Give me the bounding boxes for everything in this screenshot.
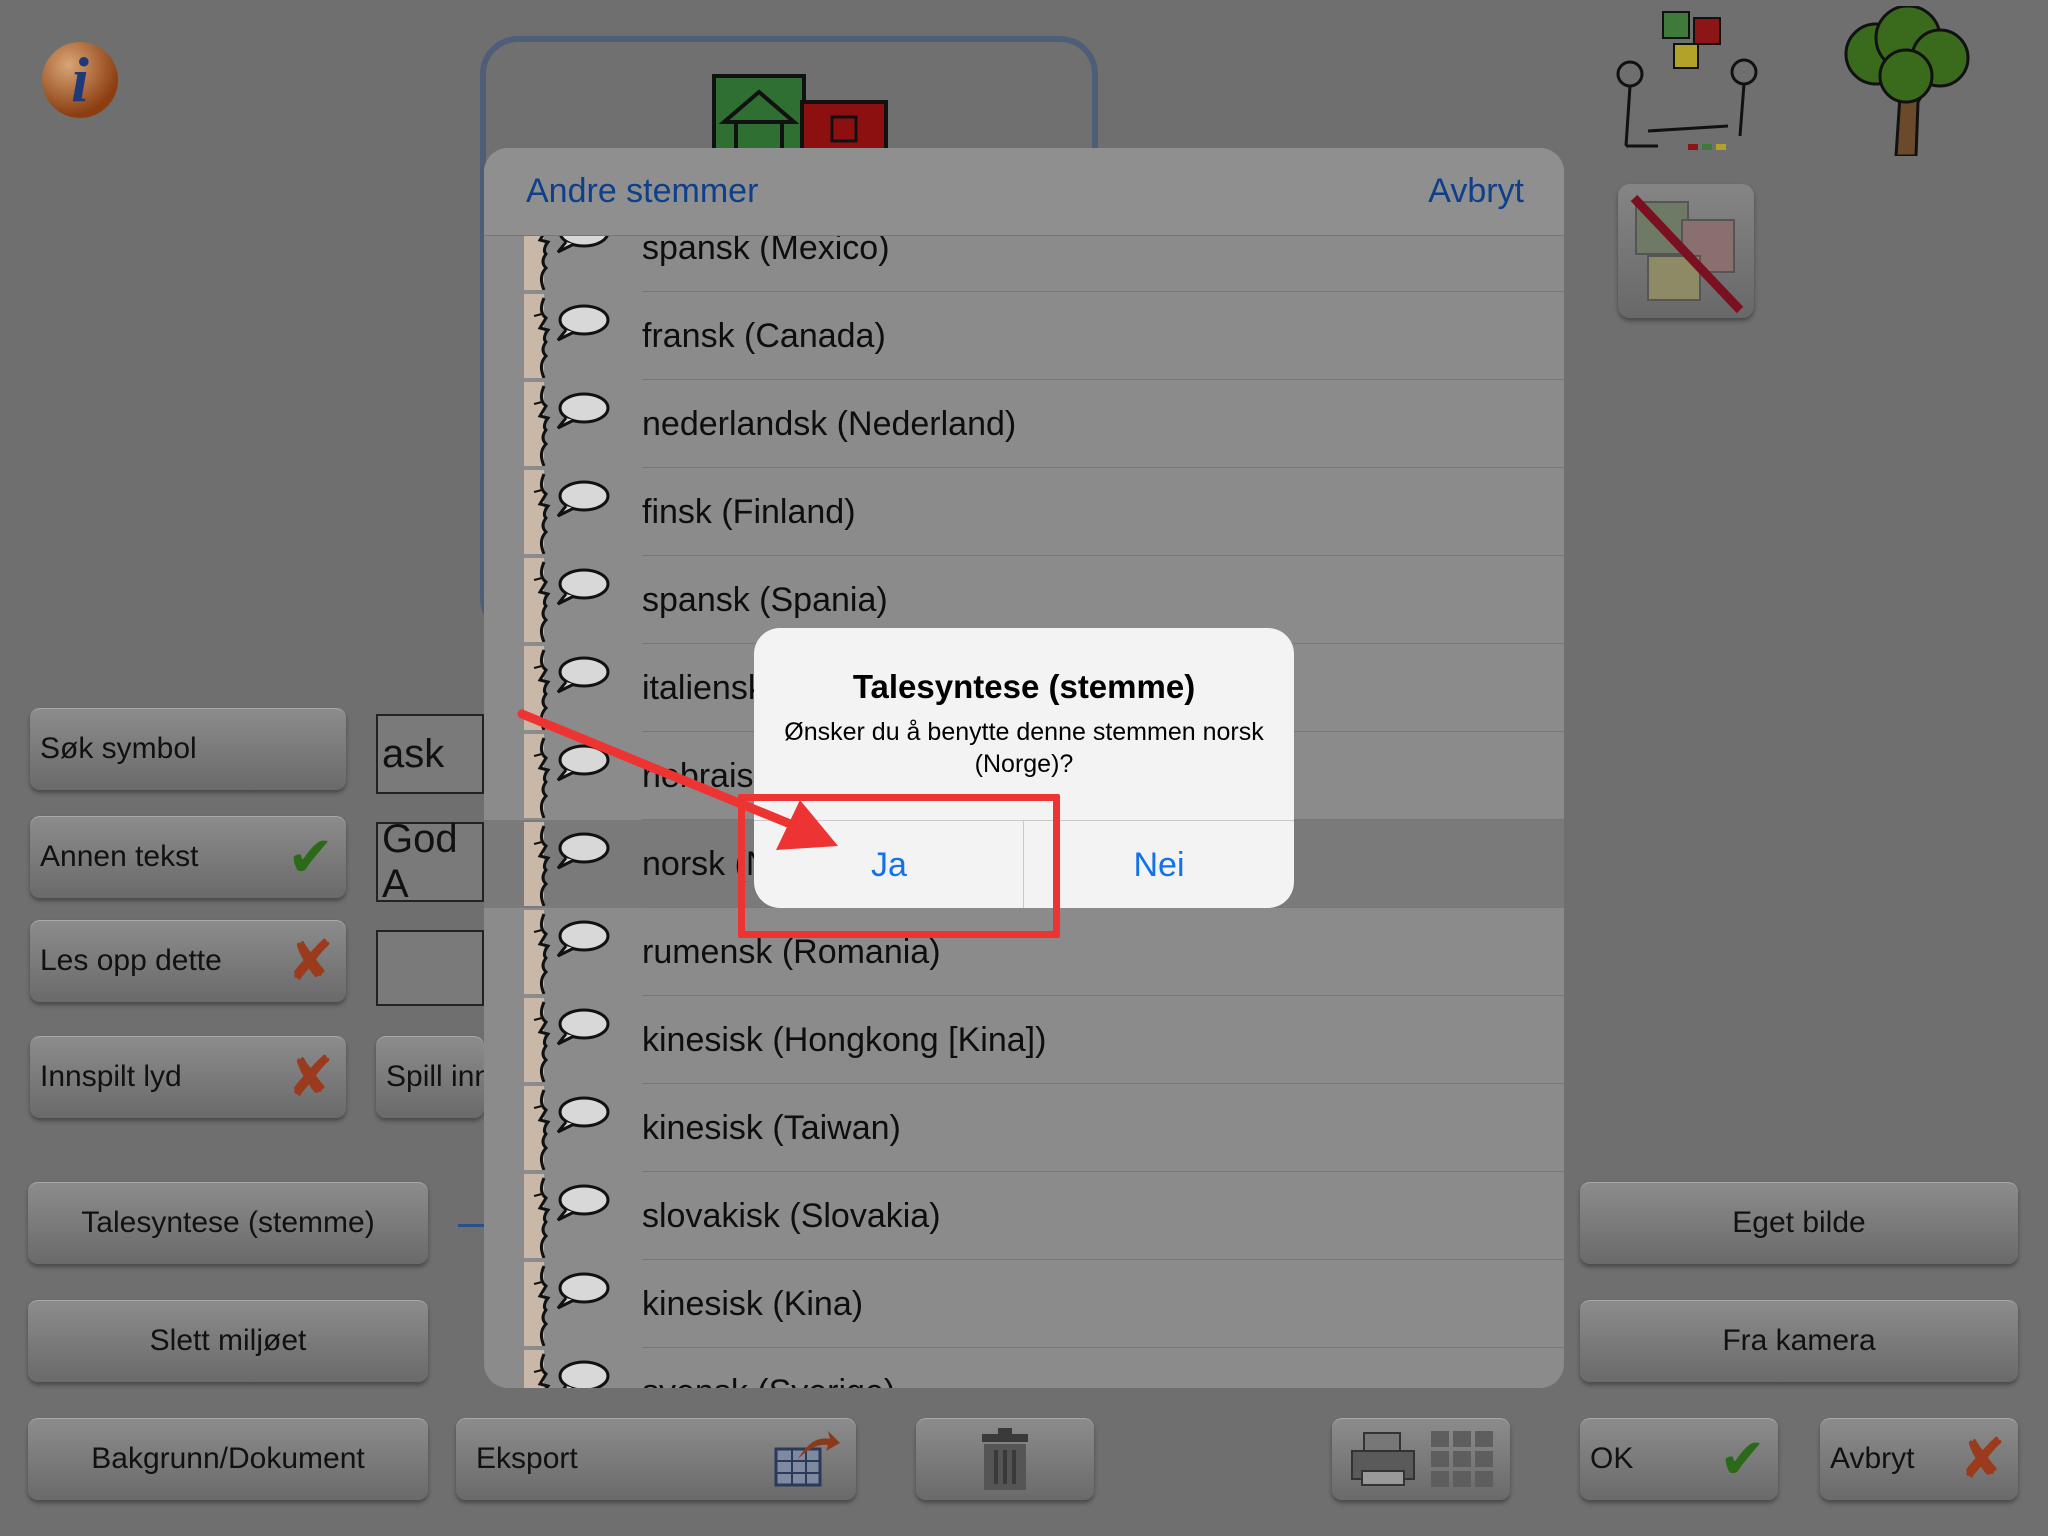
grid-icon: [1430, 1431, 1493, 1487]
voice-label: spansk (Mexico): [642, 236, 890, 267]
people-symbol-icon: [1616, 11, 1758, 150]
other-text-input[interactable]: God A: [376, 817, 484, 906]
sheet-cancel-button[interactable]: Avbryt: [1428, 172, 1524, 211]
info-glyph: i: [71, 44, 89, 115]
slider-track: [458, 1224, 484, 1227]
decline-no-button[interactable]: Nei: [1024, 821, 1294, 908]
voice-row[interactable]: slovakisk (Slovakia): [484, 1172, 1564, 1260]
speech-synthesis-label: Talesyntese (stemme): [81, 1206, 375, 1239]
delete-environment-label: Slett miljøet: [149, 1324, 307, 1357]
recorded-sound-button[interactable]: Innspilt lyd ✘: [30, 1036, 346, 1118]
voice-label: kinesisk (Kina): [642, 1284, 864, 1323]
read-aloud-button[interactable]: Les opp dette ✘: [30, 920, 346, 1002]
speaking-face-icon: [524, 910, 610, 994]
speaking-face-icon: [524, 1174, 610, 1258]
other-text-label: Annen tekst: [40, 840, 199, 873]
no-symbol-button[interactable]: [1618, 184, 1754, 318]
voice-label: rumensk (Romania): [642, 932, 941, 971]
from-camera-label: Fra kamera: [1722, 1324, 1876, 1357]
voice-label: svensk (Sverige): [642, 1373, 895, 1389]
voice-row[interactable]: spansk (Mexico): [484, 236, 1564, 292]
read-aloud-label: Les opp dette: [40, 944, 222, 977]
voice-label: kinesisk (Hongkong [Kina]): [642, 1020, 1047, 1059]
cross-icon: ✘: [287, 929, 334, 992]
other-voices-button[interactable]: Andre stemmer: [526, 172, 758, 211]
search-symbol-button[interactable]: Søk symbol: [30, 708, 346, 790]
other-text-input-value: God A: [382, 817, 458, 906]
speaking-face-icon: [524, 294, 610, 378]
speaking-face-icon: [524, 236, 609, 290]
trash-icon: [982, 1428, 1028, 1490]
check-icon: ✔: [287, 825, 334, 888]
check-icon: ✔: [1719, 1427, 1766, 1490]
speaking-face-icon: [524, 558, 610, 642]
own-image-button[interactable]: Eget bilde: [1580, 1182, 2018, 1264]
other-text-button[interactable]: Annen tekst ✔: [30, 816, 346, 898]
search-input[interactable]: ask: [376, 714, 484, 794]
print-grid-button[interactable]: [1332, 1418, 1510, 1500]
voice-label: nederlandsk (Nederland): [642, 404, 1017, 443]
record-sound-label: Spill inn: [386, 1060, 484, 1093]
delete-environment-button[interactable]: Slett miljøet: [28, 1300, 428, 1382]
tree-symbol-icon: [1844, 6, 1970, 156]
annotation-arrow-icon: [517, 709, 838, 850]
recorded-sound-label: Innspilt lyd: [40, 1060, 182, 1093]
info-icon[interactable]: i: [42, 42, 118, 118]
speaking-face-icon: [524, 1262, 610, 1346]
search-input-value: ask: [382, 731, 445, 776]
speech-synthesis-button[interactable]: Talesyntese (stemme): [28, 1182, 428, 1264]
background-document-button[interactable]: Bakgrunn/Dokument: [28, 1418, 428, 1500]
export-icon: [774, 1431, 840, 1487]
cross-icon: ✘: [287, 1045, 334, 1108]
speaking-face-icon: [524, 1086, 610, 1170]
cancel-label: Avbryt: [1830, 1442, 1915, 1475]
voice-row[interactable]: kinesisk (Kina): [484, 1260, 1564, 1348]
speaking-face-icon: [524, 382, 610, 466]
export-button[interactable]: Eksport: [456, 1418, 856, 1500]
cancel-button[interactable]: Avbryt ✘: [1820, 1418, 2018, 1500]
voice-label: spansk (Spania): [642, 580, 888, 619]
speaking-face-icon: [524, 1350, 610, 1388]
voice-row[interactable]: kinesisk (Taiwan): [484, 1084, 1564, 1172]
voice-label: slovakisk (Slovakia): [642, 1196, 941, 1235]
voice-label: kinesisk (Taiwan): [642, 1108, 901, 1147]
voice-row[interactable]: finsk (Finland): [484, 468, 1564, 556]
own-image-label: Eget bilde: [1732, 1206, 1866, 1239]
print-icon: [1350, 1432, 1415, 1486]
background-document-label: Bakgrunn/Dokument: [91, 1442, 365, 1475]
speaking-face-icon: [524, 470, 610, 554]
cross-icon: ✘: [1959, 1427, 2006, 1490]
from-camera-button[interactable]: Fra kamera: [1580, 1300, 2018, 1382]
read-aloud-input[interactable]: [376, 930, 484, 1006]
voice-label: finsk (Finland): [642, 492, 856, 531]
ok-label: OK: [1590, 1442, 1634, 1475]
record-sound-button[interactable]: Spill inn: [376, 1036, 484, 1118]
voice-label: fransk (Canada): [642, 316, 886, 355]
voice-row[interactable]: svensk (Sverige): [484, 1348, 1564, 1388]
voice-row[interactable]: fransk (Canada): [484, 292, 1564, 380]
no-symbol-icon: [1630, 194, 1744, 314]
export-label: Eksport: [476, 1442, 578, 1475]
sheet-header: Andre stemmer Avbryt: [484, 148, 1564, 236]
trash-button[interactable]: [916, 1418, 1094, 1500]
speaking-face-icon: [524, 998, 610, 1082]
voice-row[interactable]: kinesisk (Hongkong [Kina]): [484, 996, 1564, 1084]
search-symbol-label: Søk symbol: [40, 732, 197, 765]
ok-button[interactable]: OK ✔: [1580, 1418, 1778, 1500]
voice-row[interactable]: nederlandsk (Nederland): [484, 380, 1564, 468]
